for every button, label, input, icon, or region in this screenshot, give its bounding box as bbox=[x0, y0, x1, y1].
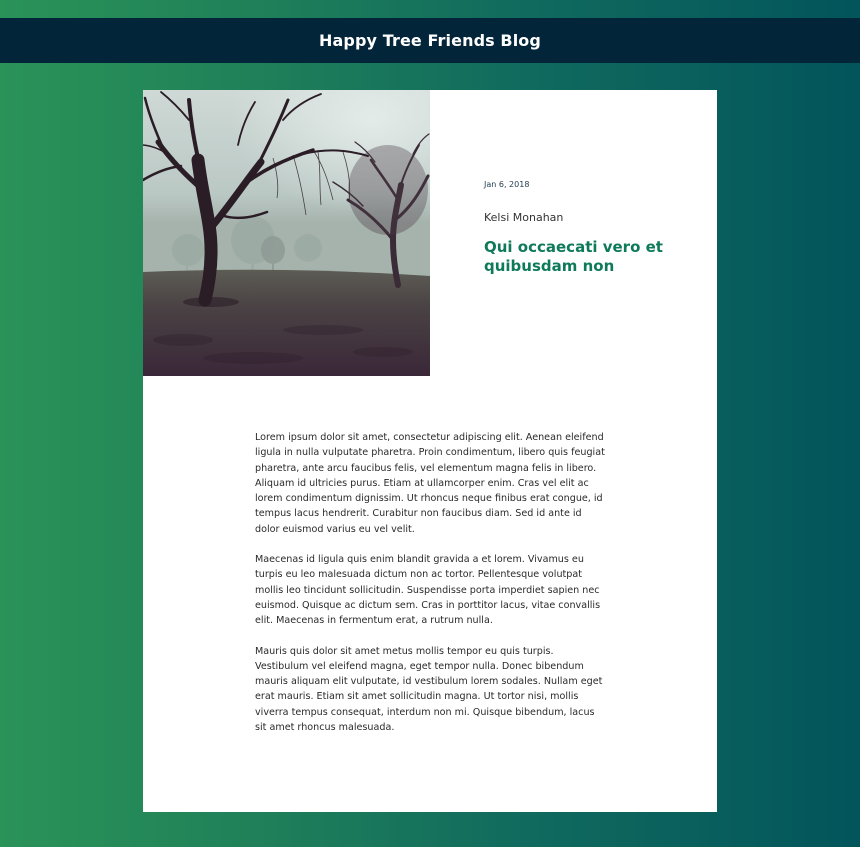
foggy-park-illustration bbox=[143, 90, 430, 376]
post-author[interactable]: Kelsi Monahan bbox=[484, 211, 563, 224]
site-title[interactable]: Happy Tree Friends Blog bbox=[319, 31, 541, 50]
post-paragraph: Maecenas id ligula quis enim blandit gra… bbox=[255, 554, 601, 627]
site-header: Happy Tree Friends Blog bbox=[0, 18, 860, 63]
post-paragraph: Mauris quis dolor sit amet metus mollis … bbox=[255, 645, 603, 734]
post-card: Jan 6, 2018 Kelsi Monahan Qui occaecati … bbox=[143, 90, 717, 812]
post-title[interactable]: Qui occaecati vero et quibusdam non bbox=[484, 238, 684, 276]
top-gradient-strip bbox=[0, 0, 860, 18]
post-hero-image bbox=[143, 90, 430, 376]
post-date: Jan 6, 2018 bbox=[484, 180, 530, 189]
post-body: Lorem ipsum dolor sit amet, consectetur … bbox=[255, 430, 607, 750]
post-paragraph: Lorem ipsum dolor sit amet, consectetur … bbox=[255, 432, 605, 535]
